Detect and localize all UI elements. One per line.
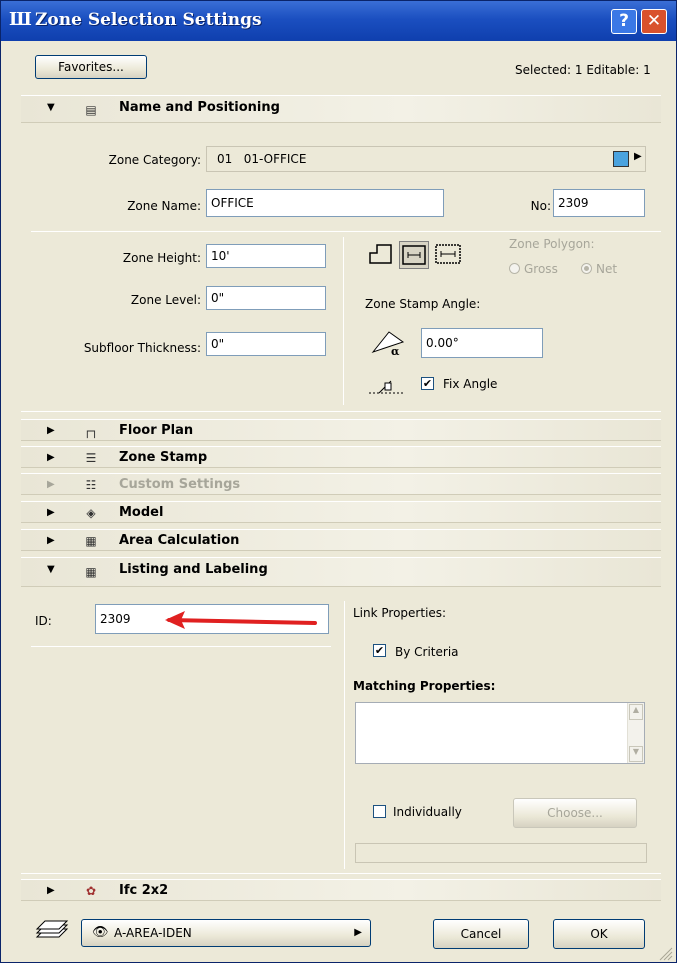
expand-triangle-icon[interactable]: ▶ <box>47 502 55 524</box>
zone-number-input[interactable]: 2309 <box>553 189 645 217</box>
zone-level-input[interactable]: 0" <box>206 286 326 310</box>
section-title: Zone Stamp <box>119 450 208 465</box>
scroll-up-icon[interactable]: ▲ <box>629 704 643 720</box>
section-title: Floor Plan <box>119 423 194 438</box>
stamp-angle-icon: α <box>369 328 409 358</box>
section-model[interactable]: ▶ ◈ Model <box>21 501 661 523</box>
expand-triangle-icon[interactable]: ▶ <box>47 880 55 902</box>
area-calculation-icon: ▦ <box>85 534 97 548</box>
section-title: Listing and Labeling <box>119 562 268 577</box>
polygon-gross-icon[interactable] <box>399 241 429 269</box>
matching-properties-list[interactable]: ▲ ▼ <box>355 702 645 764</box>
subfloor-thickness-input[interactable]: 0" <box>206 332 326 356</box>
choose-button[interactable]: Choose... <box>513 798 637 828</box>
fix-angle-icon <box>367 373 407 395</box>
subfloor-thickness-label: Subfloor Thickness: <box>83 341 201 355</box>
stamp-angle-input[interactable]: 0.00° <box>421 328 543 358</box>
section-title: Ifc 2x2 <box>119 883 169 898</box>
net-radio[interactable]: Net <box>581 262 617 276</box>
ok-button[interactable]: OK <box>553 919 645 949</box>
category-color-swatch <box>613 151 629 167</box>
archicad-app-icon: Ш <box>9 9 32 30</box>
number-label: No: <box>530 199 551 213</box>
zone-category-label: Zone Category: <box>108 153 201 167</box>
criteria-field <box>355 843 647 863</box>
svg-text:α: α <box>391 345 400 356</box>
zone-name-icon: ▤ <box>85 103 97 117</box>
chevron-right-icon: ▶ <box>354 927 362 938</box>
close-button[interactable]: ✕ <box>641 9 667 34</box>
section-custom-settings: ▶ ☷ Custom Settings <box>21 473 661 495</box>
chevron-right-icon: ▶ <box>634 151 642 162</box>
fix-angle-checkbox[interactable]: ✔ <box>421 377 434 390</box>
matching-properties-label: Matching Properties: <box>353 679 496 693</box>
cancel-button[interactable]: Cancel <box>433 919 529 949</box>
zone-level-label: Zone Level: <box>130 293 201 307</box>
polygon-net-icon[interactable] <box>433 241 463 269</box>
expand-triangle-icon[interactable]: ▶ <box>47 530 55 552</box>
zone-height-input[interactable]: 10' <box>206 244 326 268</box>
zone-name-label: Zone Name: <box>127 199 201 213</box>
layers-icon <box>33 919 73 941</box>
expand-triangle-icon[interactable]: ▶ <box>47 420 55 442</box>
section-floor-plan[interactable]: ▶ ┌┐ Floor Plan <box>21 419 661 441</box>
section-title: Model <box>119 505 164 520</box>
zone-polygon-label: Zone Polygon: <box>509 237 595 251</box>
individually-checkbox[interactable] <box>373 805 386 818</box>
expand-triangle-icon[interactable]: ▶ <box>47 447 55 469</box>
zone-selection-settings-dialog: Ш Zone Selection Settings ? ✕ Favorites.… <box>0 0 677 963</box>
zone-category-value: 01 01-OFFICE <box>217 152 307 166</box>
gross-radio[interactable]: Gross <box>509 262 558 276</box>
by-criteria-checkbox[interactable]: ✔ <box>373 644 386 657</box>
divider <box>31 646 331 647</box>
zone-category-select[interactable]: 01 01-OFFICE ▶ <box>206 146 646 172</box>
section-area-calculation[interactable]: ▶ ▦ Area Calculation <box>21 529 661 551</box>
section-zone-stamp[interactable]: ▶ ☰ Zone Stamp <box>21 446 661 468</box>
link-properties-label: Link Properties: <box>353 606 447 620</box>
eye-icon: 👁 <box>92 925 109 940</box>
scroll-down-icon[interactable]: ▼ <box>629 746 643 762</box>
zone-stamp-icon: ☰ <box>85 451 97 465</box>
model-icon: ◈ <box>86 506 96 520</box>
resize-grip-icon[interactable] <box>657 945 673 961</box>
favorites-button[interactable]: Favorites... <box>35 55 147 79</box>
by-criteria-label: By Criteria <box>395 645 459 659</box>
listing-icon: ▦ <box>85 565 97 579</box>
section-name-and-positioning[interactable]: ▼ ▤ Name and Positioning <box>21 95 661 123</box>
vertical-divider <box>344 601 345 869</box>
ifc-icon: ✿ <box>85 884 97 898</box>
zone-name-input[interactable]: OFFICE <box>206 189 444 217</box>
scrollbar[interactable]: ▲ ▼ <box>627 703 644 763</box>
divider <box>21 873 661 874</box>
section-listing-and-labeling[interactable]: ▼ ▦ Listing and Labeling <box>21 557 661 587</box>
polygon-manual-icon[interactable] <box>367 241 395 267</box>
title-bar[interactable]: Ш Zone Selection Settings ? ✕ <box>1 1 676 41</box>
section-title: Name and Positioning <box>119 100 280 115</box>
zone-height-label: Zone Height: <box>122 251 201 265</box>
expand-triangle-icon: ▶ <box>47 479 55 490</box>
section-ifc[interactable]: ▶ ✿ Ifc 2x2 <box>21 879 661 901</box>
window-title: Zone Selection Settings <box>35 10 262 30</box>
custom-settings-icon: ☷ <box>85 478 97 492</box>
section-title: Area Calculation <box>119 533 240 548</box>
id-label: ID: <box>35 614 52 628</box>
vertical-divider <box>343 237 344 405</box>
fix-angle-label: Fix Angle <box>443 377 498 391</box>
divider <box>21 411 661 412</box>
selection-status: Selected: 1 Editable: 1 <box>515 63 651 77</box>
divider <box>31 231 661 232</box>
section-title: Custom Settings <box>119 477 241 492</box>
zone-stamp-angle-label: Zone Stamp Angle: <box>365 297 481 311</box>
annotation-arrow <box>165 611 317 629</box>
individually-label: Individually <box>393 805 462 819</box>
layer-value: A-AREA-IDEN <box>114 926 192 940</box>
layer-select[interactable]: 👁 A-AREA-IDEN ▶ <box>81 919 371 947</box>
help-button[interactable]: ? <box>611 9 637 34</box>
floor-plan-icon: ┌┐ <box>83 424 99 438</box>
collapse-triangle-icon[interactable]: ▼ <box>47 96 55 120</box>
collapse-triangle-icon[interactable]: ▼ <box>47 558 55 582</box>
